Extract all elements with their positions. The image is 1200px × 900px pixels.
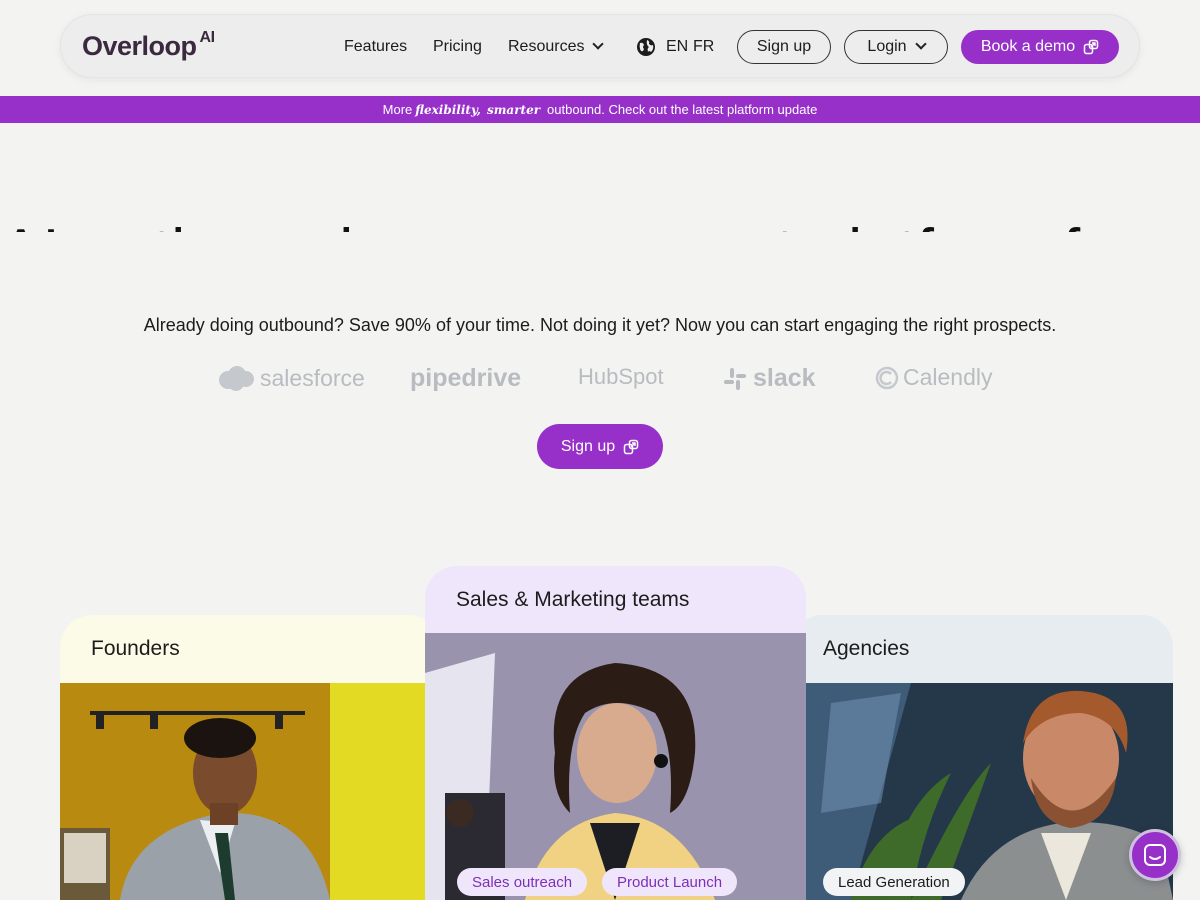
slack-label: slack (753, 364, 816, 392)
hero-signup-label: Sign up (560, 437, 616, 455)
calendly-logo: Calendly (875, 364, 993, 391)
chat-icon (1144, 844, 1166, 866)
nav-link-pricing[interactable]: Pricing (433, 38, 482, 56)
card-founders[interactable]: Founders (60, 615, 440, 900)
founders-photo (60, 683, 440, 900)
hero-title: AI-native sales engagement platform for … (0, 216, 1200, 232)
tag-sales-outreach[interactable]: Sales outreach (457, 868, 588, 896)
banner-pre: More (382, 102, 413, 117)
lang-fr[interactable]: FR (693, 38, 714, 56)
external-link-icon (1083, 39, 1099, 55)
card-agencies[interactable]: Agencies Lead Generation (791, 615, 1173, 900)
top-navigation: Overloop AI Features Pricing Resources EN… (60, 14, 1140, 78)
login-label: Login (867, 38, 907, 55)
calendly-label: Calendly (903, 364, 993, 390)
founders-photo-illustration (60, 683, 440, 900)
salesforce-label: salesforce (260, 364, 365, 391)
salesforce-logo: salesforce (216, 364, 365, 392)
login-button[interactable]: Login (844, 30, 948, 64)
banner-emphasis-2: smarter (486, 102, 541, 117)
logo-suffix: AI (199, 29, 216, 46)
integration-logos: salesforce pipedrive HubSpot slack Calen… (0, 360, 1200, 400)
announcement-banner[interactable]: More flexibility, smarter outbound. Chec… (0, 96, 1200, 123)
sales-marketing-photo (425, 633, 806, 900)
chat-launcher-button[interactable] (1129, 829, 1181, 881)
book-demo-label: Book a demo (980, 38, 1076, 55)
hubspot-logo: HubSpot (578, 364, 664, 389)
card-title: Founders (91, 637, 180, 660)
banner-text: outbound. Check out the latest platform … (547, 102, 818, 117)
card-title: Agencies (823, 637, 910, 660)
slack-hash-icon (724, 367, 746, 390)
nav-link-resources[interactable]: Resources (508, 38, 605, 56)
overloop-logo[interactable]: Overloop AI (82, 29, 216, 62)
tag-lead-generation[interactable]: Lead Generation (823, 868, 965, 896)
hero-title-mask: AI-native sales engagement platform for … (0, 200, 1200, 232)
nav-signup-button[interactable]: Sign up (737, 30, 831, 64)
slack-logo: slack (723, 364, 816, 393)
card-title: Sales & Marketing teams (456, 587, 690, 611)
tag-product-launch[interactable]: Product Launch (602, 868, 738, 896)
chevron-down-icon (592, 38, 605, 50)
banner-emphasis-1: flexibility, (415, 102, 481, 117)
nav-link-features[interactable]: Features (344, 38, 407, 56)
external-link-icon (623, 439, 639, 454)
sales-marketing-photo-illustration (425, 633, 806, 900)
globe-icon[interactable] (636, 37, 656, 57)
book-demo-button[interactable]: Book a demo (961, 30, 1119, 64)
chevron-down-icon (914, 38, 927, 50)
salesforce-cloud-icon (219, 366, 254, 391)
pipedrive-logo: pipedrive (410, 364, 522, 392)
hero-signup-button[interactable]: Sign up (537, 424, 663, 469)
card-sales-marketing[interactable]: Sales & Marketing teams Sales outreach P… (425, 566, 806, 900)
logo-text: Overloop (82, 31, 197, 61)
calendly-c-icon (875, 366, 899, 389)
hero-subtitle: Already doing outbound? Save 90% of your… (143, 315, 1057, 335)
lang-en[interactable]: EN (666, 38, 688, 56)
resources-label: Resources (508, 38, 585, 55)
